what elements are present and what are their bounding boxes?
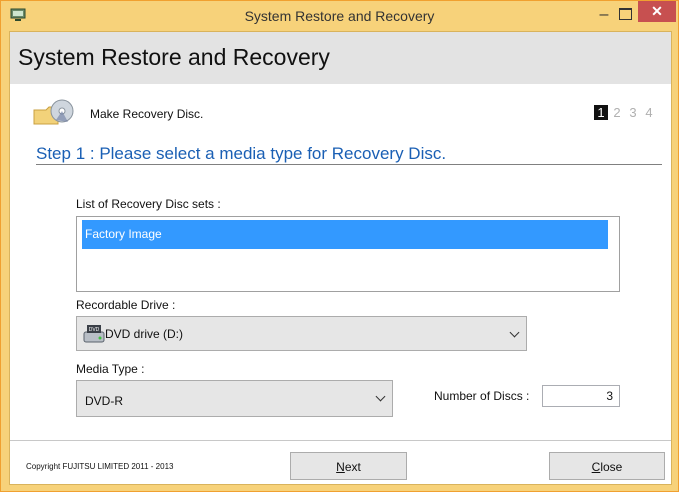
recovery-disc-icon	[33, 99, 74, 125]
step-3: 3	[629, 105, 637, 120]
maximize-button[interactable]	[619, 8, 632, 20]
window-title: System Restore and Recovery	[244, 8, 435, 24]
media-type-value: DVD-R	[85, 394, 123, 408]
chevron-down-icon	[375, 391, 386, 402]
number-of-discs-label: Number of Discs :	[434, 389, 530, 403]
step-4: 4	[645, 105, 653, 120]
step-indicator: 1234	[592, 105, 656, 120]
divider	[36, 164, 662, 165]
dvd-drive-icon: DVD	[83, 325, 105, 343]
minimize-button[interactable]: –	[591, 5, 617, 25]
step-1: 1	[594, 105, 608, 120]
chevron-down-icon	[509, 327, 520, 338]
step-heading: Step 1 : Please select a media type for …	[36, 144, 447, 163]
disc-sets-label: List of Recovery Disc sets :	[76, 197, 221, 211]
window-close-button[interactable]: ✕	[638, 1, 676, 22]
title-bar[interactable]: System Restore and Recovery – ✕	[1, 1, 678, 31]
step-2: 2	[613, 105, 621, 120]
page-title: System Restore and Recovery	[18, 44, 330, 70]
svg-text:DVD: DVD	[89, 327, 100, 333]
close-button[interactable]: Close	[549, 452, 665, 480]
next-button[interactable]: Next	[290, 452, 407, 480]
copyright-text: Copyright FUJITSU LIMITED 2011 - 2013	[26, 462, 174, 471]
recordable-drive-select[interactable]: DVD DVD drive (D:)	[76, 316, 527, 351]
recordable-drive-value: DVD drive (D:)	[105, 327, 184, 341]
dialog-body: System Restore and Recovery Make Recover…	[9, 31, 672, 485]
disc-sets-listbox[interactable]: Factory Image	[76, 216, 620, 292]
recordable-drive-label: Recordable Drive :	[76, 298, 176, 312]
list-item-factory-image[interactable]: Factory Image	[82, 220, 608, 249]
media-type-select[interactable]: DVD-R	[76, 380, 393, 417]
task-label: Make Recovery Disc.	[90, 107, 204, 121]
header-band: System Restore and Recovery	[10, 32, 671, 84]
media-type-label: Media Type :	[76, 362, 145, 376]
app-window: System Restore and Recovery – ✕ System R…	[0, 0, 679, 492]
number-of-discs-field[interactable]: 3	[542, 385, 620, 407]
footer-divider	[10, 440, 671, 441]
